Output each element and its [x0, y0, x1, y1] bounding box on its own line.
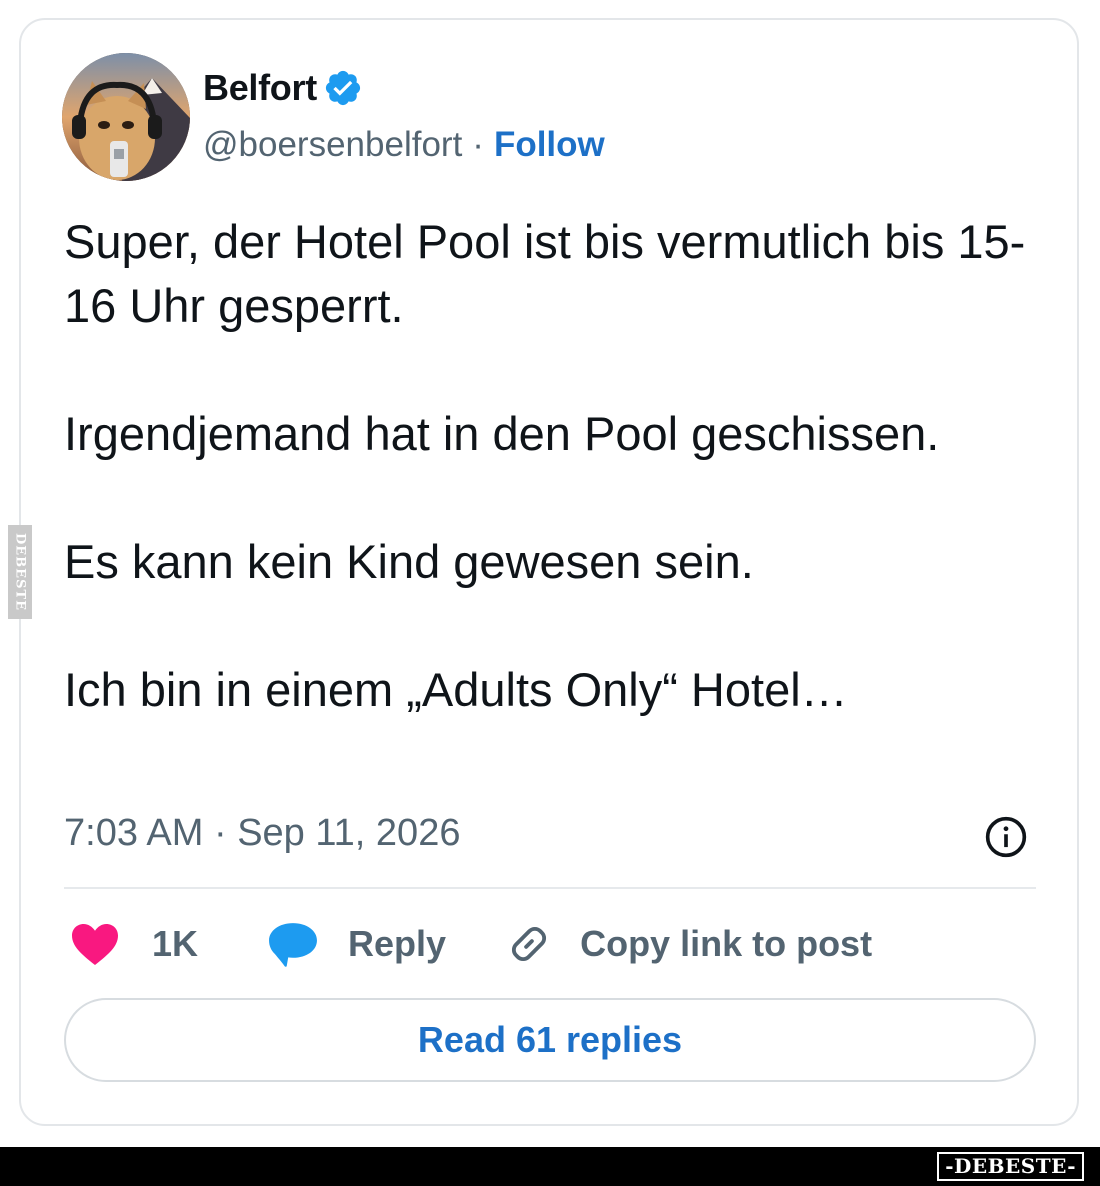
link-icon	[512, 926, 547, 962]
read-replies-button[interactable]: Read 61 replies	[64, 998, 1036, 1082]
separator: ·	[472, 125, 484, 164]
author-handle[interactable]: @boersenbelfort	[203, 125, 462, 165]
handle-row: @boersenbelfort · Follow	[203, 122, 605, 168]
side-watermark-text: DEBESTE	[12, 532, 28, 612]
speech-bubble-icon	[269, 923, 317, 967]
footer-bar: -DEBESTE-	[0, 1147, 1100, 1186]
reply-label: Reply	[348, 923, 447, 964]
action-bar: 1K Reply Copy link to post	[70, 914, 872, 974]
divider	[64, 887, 1036, 889]
display-name[interactable]: Belfort	[203, 67, 317, 109]
avatar-image	[62, 53, 190, 181]
reply-button[interactable]: Reply	[268, 921, 446, 967]
avatar[interactable]	[62, 53, 190, 181]
verified-badge-icon	[325, 70, 360, 106]
post-paragraph: Super, der Hotel Pool ist bis vermutlich…	[64, 215, 1026, 332]
author-row: Belfort	[203, 64, 363, 112]
post-body: Super, der Hotel Pool ist bis vermutlich…	[64, 210, 1044, 722]
heart-icon	[72, 924, 118, 965]
like-count: 1K	[152, 923, 199, 964]
copy-link-label: Copy link to post	[580, 923, 873, 964]
post-timestamp[interactable]: 7:03 AM · Sep 11, 2026	[64, 812, 460, 855]
follow-button[interactable]: Follow	[494, 125, 605, 165]
like-button[interactable]: 1K	[70, 922, 198, 966]
side-watermark: DEBESTE	[8, 525, 32, 619]
copy-link-button[interactable]: Copy link to post	[506, 921, 872, 967]
post-paragraph: Irgendjemand hat in den Pool geschissen.	[64, 407, 940, 460]
post-paragraph: Ich bin in einem „Adults Only“ Hotel…	[64, 663, 848, 716]
footer-watermark-logo: -DEBESTE-	[937, 1152, 1084, 1181]
post-paragraph: Es kann kein Kind gewesen sein.	[64, 535, 754, 588]
info-icon[interactable]	[984, 815, 1028, 859]
